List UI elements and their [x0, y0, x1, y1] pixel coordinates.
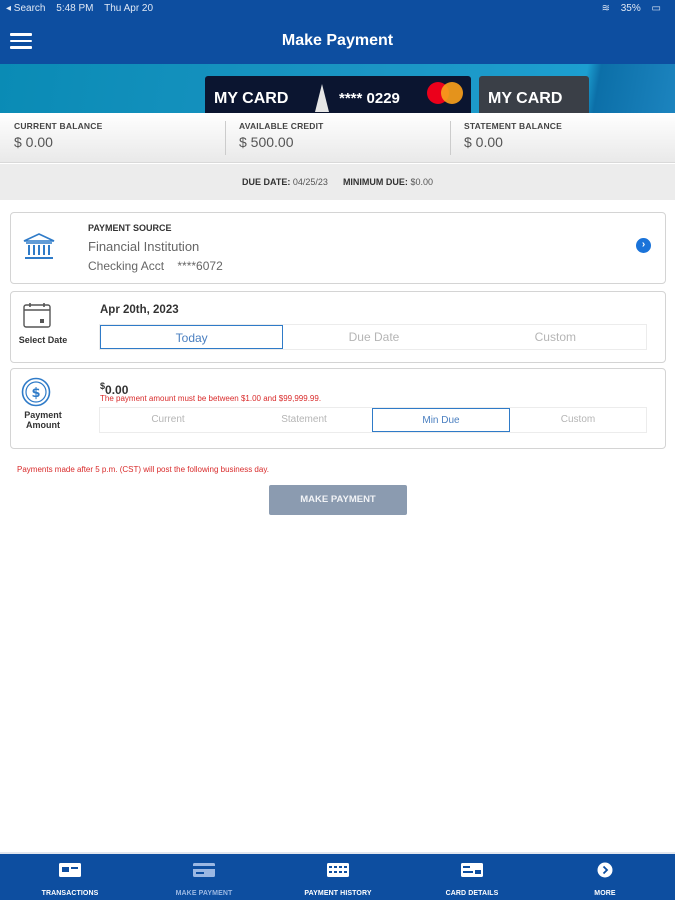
amount-option-current[interactable]: Current: [100, 408, 236, 432]
card-name: MY CARD: [488, 90, 563, 107]
card-carousel: MY CARD **** 0229 MY CARD: [0, 64, 675, 114]
payment-history-icon: [327, 863, 349, 877]
tab-card-details[interactable]: CARD DETAILS: [417, 862, 527, 900]
battery-level: 35%: [620, 3, 641, 14]
tab-more[interactable]: MORE: [550, 862, 660, 900]
card-number: **** 0229: [339, 90, 400, 107]
available-credit-label: AVAILABLE CREDIT: [239, 121, 324, 131]
tab-label: MAKE PAYMENT: [175, 890, 233, 897]
tab-label: CARD DETAILS: [445, 890, 499, 897]
select-date-label: Select Date: [18, 335, 68, 345]
wifi-icon: ≋: [601, 3, 610, 14]
date-option-group: Today Due Date Custom: [99, 324, 647, 350]
card-next[interactable]: MY CARD: [479, 76, 589, 114]
page-title: Make Payment: [281, 32, 394, 49]
payment-source-account: Checking Acct ****6072: [88, 259, 223, 273]
status-time: 5:48 PM: [56, 3, 94, 14]
tab-label: MORE: [594, 890, 616, 897]
statement-balance-label: STATEMENT BALANCE: [464, 121, 562, 131]
minimum-due-label: MINIMUM DUE:: [342, 177, 408, 187]
chevron-right-icon[interactable]: ›: [636, 238, 651, 253]
card-logo-icon: [315, 84, 329, 112]
select-date-panel: Select Date Apr 20th, 2023 Today Due Dat…: [10, 291, 666, 363]
balances-bar: CURRENT BALANCE $ 0.00 AVAILABLE CREDIT …: [0, 113, 675, 163]
make-payment-icon: [193, 863, 215, 877]
make-payment-button[interactable]: MAKE PAYMENT: [269, 485, 407, 515]
tab-make-payment[interactable]: MAKE PAYMENT: [149, 862, 259, 900]
selected-date-value: Apr 20th, 2023: [100, 304, 179, 316]
mastercard-icon: [427, 82, 463, 104]
nav-bar: Make Payment: [0, 18, 675, 64]
payment-amount-panel: $ Payment Amount $0.00 The payment amoun…: [10, 368, 666, 449]
statement-balance: STATEMENT BALANCE $ 0.00: [464, 121, 562, 150]
amount-option-group: Current Statement Min Due Custom: [99, 407, 647, 433]
status-date: Thu Apr 20: [104, 3, 154, 14]
bank-icon: [23, 233, 55, 259]
current-balance-label: CURRENT BALANCE: [14, 121, 103, 131]
card-details-icon: [461, 863, 483, 877]
payment-source-panel[interactable]: PAYMENT SOURCE Financial Institution Che…: [10, 212, 666, 284]
current-balance: CURRENT BALANCE $ 0.00: [14, 121, 102, 150]
battery-icon: ▭: [651, 3, 661, 14]
payment-amount-label-line1: Payment: [24, 410, 62, 420]
transactions-icon: [59, 863, 81, 877]
payment-source-label: PAYMENT SOURCE: [88, 223, 172, 233]
divider: [225, 121, 226, 155]
date-option-due-date[interactable]: Due Date: [283, 325, 464, 349]
tab-payment-history[interactable]: PAYMENT HISTORY: [283, 862, 393, 900]
calendar-icon: [23, 303, 51, 328]
current-balance-value: $ 0.00: [14, 134, 53, 150]
svg-text:$: $: [31, 386, 40, 401]
due-date-label: DUE DATE:: [242, 177, 291, 187]
card-selected[interactable]: MY CARD **** 0229: [205, 76, 471, 114]
due-info-bar: DUE DATE: 04/25/23 MINIMUM DUE: $0.00: [0, 164, 675, 200]
divider: [450, 121, 451, 155]
payment-amount-label-line2: Amount: [26, 420, 60, 430]
minimum-due-value: $0.00: [410, 177, 433, 187]
bottom-tab-bar: TRANSACTIONS MAKE PAYMENT PAYMENT HISTOR…: [0, 852, 675, 900]
amount-option-min-due[interactable]: Min Due: [372, 408, 510, 432]
due-date-value: 04/25/23: [292, 177, 328, 187]
tab-label: PAYMENT HISTORY: [304, 890, 372, 897]
more-icon: [597, 862, 613, 878]
card-name: MY CARD: [214, 90, 289, 107]
available-credit-value: $ 500.00: [239, 134, 294, 150]
amount-option-custom[interactable]: Custom: [510, 408, 646, 432]
tab-transactions[interactable]: TRANSACTIONS: [15, 862, 125, 900]
amount-option-statement[interactable]: Statement: [236, 408, 372, 432]
available-credit: AVAILABLE CREDIT $ 500.00: [239, 121, 324, 150]
back-to-search[interactable]: ◂ Search: [6, 3, 45, 14]
date-option-today[interactable]: Today: [100, 325, 284, 349]
payment-amount-label: Payment Amount: [15, 410, 71, 430]
cutoff-notice: Payments made after 5 p.m. (CST) will po…: [17, 465, 269, 474]
status-bar: ◂ Search 5:48 PM Thu Apr 20 ≋ 35% ▭: [0, 0, 675, 18]
statement-balance-value: $ 0.00: [464, 134, 503, 150]
tab-label: TRANSACTIONS: [41, 890, 99, 897]
date-option-custom[interactable]: Custom: [465, 325, 646, 349]
payment-amount-error: The payment amount must be between $1.00…: [100, 394, 322, 403]
dollar-icon: $: [21, 377, 51, 407]
payment-source-institution: Financial Institution: [88, 239, 200, 254]
